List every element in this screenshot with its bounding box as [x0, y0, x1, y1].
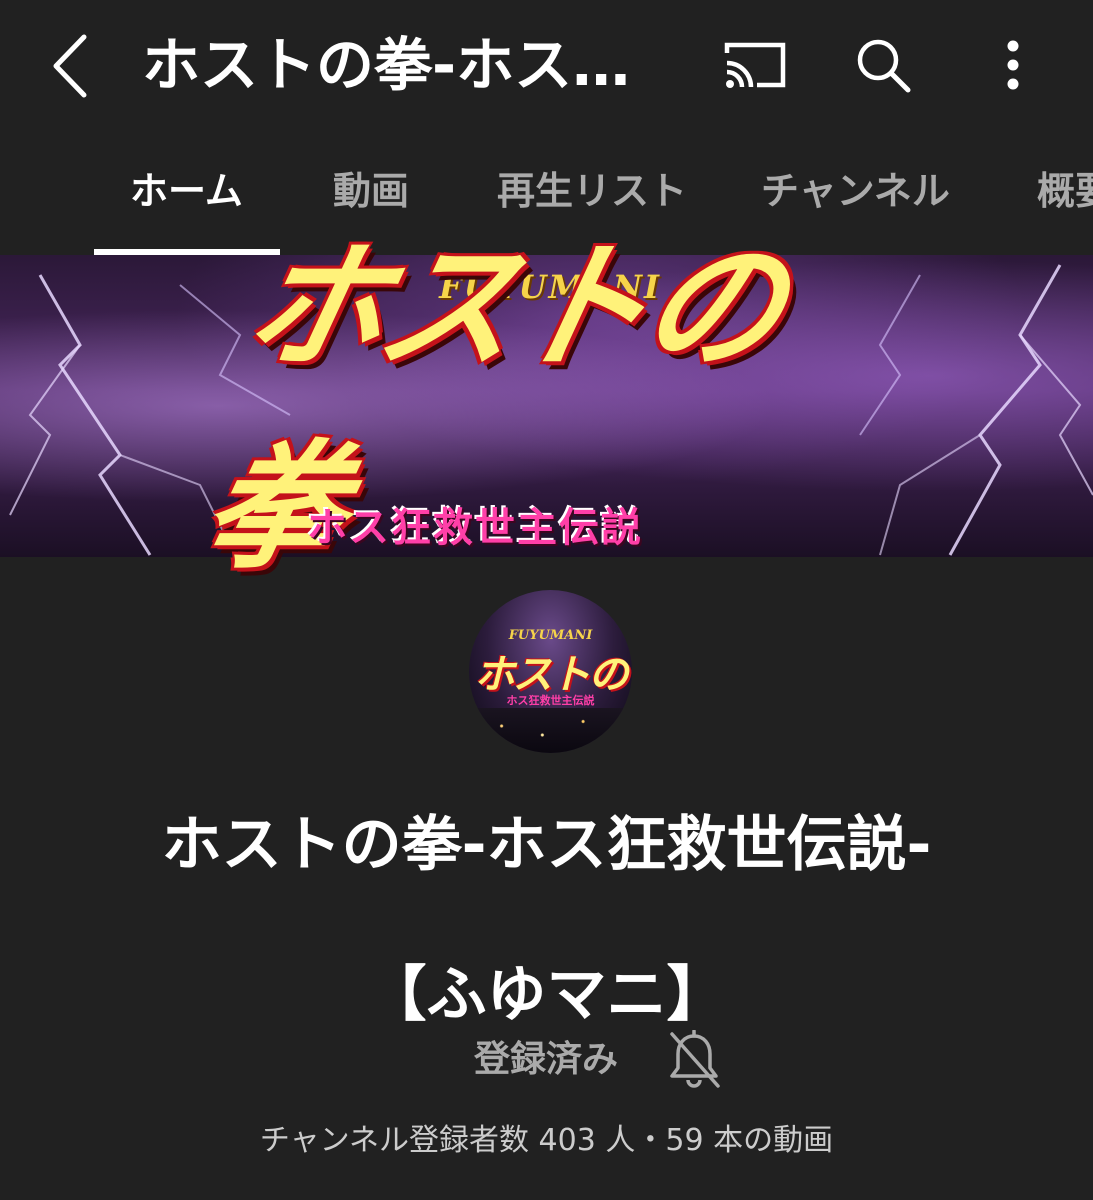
subscribed-button[interactable]: 登録済み — [466, 1035, 626, 1085]
avatar-cityscape — [469, 708, 632, 753]
notification-bell-button[interactable] — [664, 1030, 724, 1090]
cast-icon — [724, 42, 786, 88]
channel-page: ホストの拳-ホス… ホーム 動画 再生リスト チャンネル 概 FUYUMANI … — [0, 0, 1093, 1200]
search-icon — [857, 39, 911, 93]
top-app-bar: ホストの拳-ホス… — [0, 0, 1093, 130]
tab-about[interactable]: 概要 — [1037, 130, 1093, 255]
banner-logo: ホストの拳 — [189, 227, 794, 588]
back-button[interactable] — [40, 28, 100, 104]
app-title: ホストの拳-ホス… — [142, 31, 631, 99]
channel-name: ホストの拳-ホス狂救世伝説- 【ふゆマニ】 — [40, 770, 1053, 1070]
channel-name-line1: ホストの拳-ホス狂救世伝説- — [161, 810, 932, 880]
channel-stats: チャンネル登録者数 403 人・59 本の動画 — [259, 1123, 834, 1158]
avatar-subtitle: ホス狂救世主伝説 — [506, 694, 595, 707]
tab-home[interactable]: ホーム — [130, 130, 243, 255]
banner-subtitle: ホス狂救世主伝説 — [307, 505, 643, 551]
channel-avatar[interactable]: FUYUMANI ホストの拳 ホス狂救世主伝説 — [469, 590, 632, 753]
avatar-fuyumani-text: FUYUMANI — [508, 628, 593, 643]
more-vert-icon — [1007, 40, 1019, 90]
chevron-left-icon — [53, 34, 87, 98]
more-options-button[interactable] — [978, 30, 1048, 100]
cast-button[interactable] — [720, 30, 790, 100]
search-button[interactable] — [848, 30, 918, 100]
bell-off-icon — [670, 1030, 720, 1088]
